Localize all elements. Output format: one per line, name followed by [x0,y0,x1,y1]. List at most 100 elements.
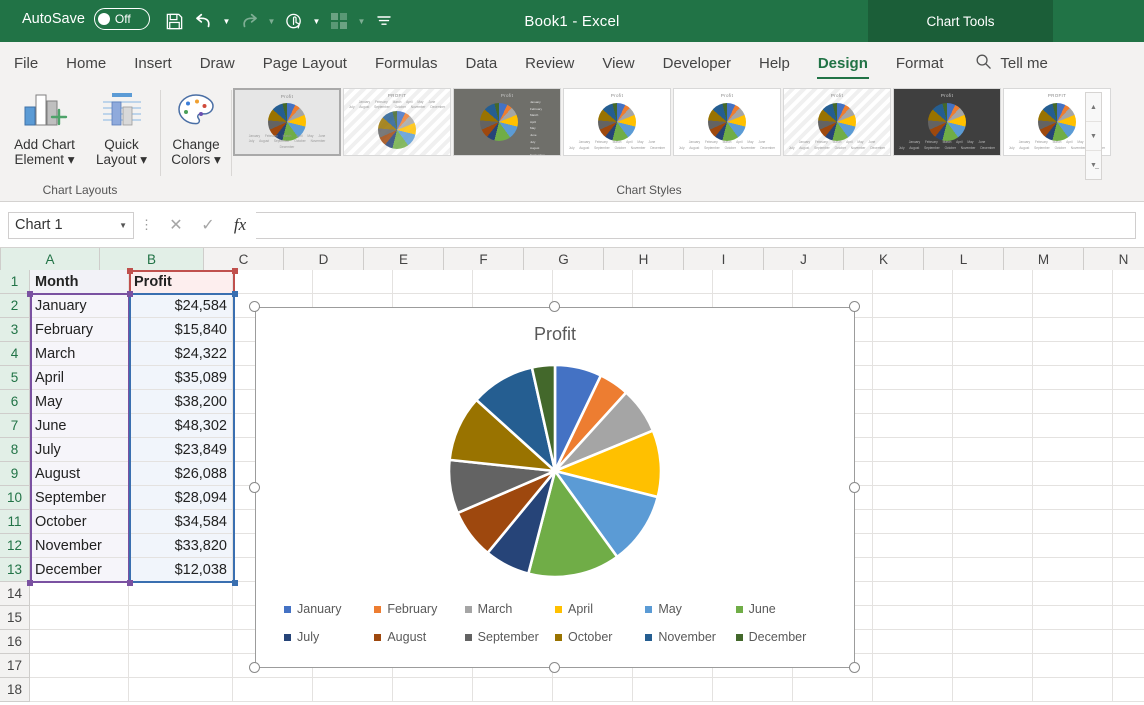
cell-profit[interactable] [129,606,233,630]
touch-mouse-mode-icon[interactable] [280,6,308,36]
cell-m15[interactable] [1033,606,1113,630]
cell-a1[interactable]: Month [30,270,129,294]
chart-resize-handle-ne[interactable] [849,301,860,312]
cell-l7[interactable] [953,414,1033,438]
cell-profit[interactable] [129,630,233,654]
formula-bar-expand-handle[interactable]: ⋮ [134,212,160,239]
legend-item[interactable]: August [374,623,464,651]
cell-f1[interactable] [473,270,553,294]
legend-item[interactable]: September [464,623,555,651]
cell-l5[interactable] [953,366,1033,390]
undo-dropdown-caret-icon[interactable]: ▼ [220,6,233,36]
cell-m6[interactable] [1033,390,1113,414]
cell-n7[interactable] [1113,414,1144,438]
chart-style-thumbnail[interactable]: Profit January February March April May June J… [453,88,561,156]
chart-style-thumbnail[interactable]: PROFIT January February March April May … [343,88,451,156]
cell-i18[interactable] [713,678,793,702]
tab-home[interactable]: Home [52,42,120,84]
cell-n12[interactable] [1113,534,1144,558]
cell-n3[interactable] [1113,318,1144,342]
tab-file[interactable]: File [0,42,52,84]
column-header-g[interactable]: G [524,248,604,270]
cell-n9[interactable] [1113,462,1144,486]
legend-item[interactable]: March [464,595,555,623]
cell-m12[interactable] [1033,534,1113,558]
row-header[interactable]: 13 [0,558,30,582]
tab-view[interactable]: View [588,42,648,84]
chart-resize-handle-sw[interactable] [249,662,260,673]
column-header-a[interactable]: A [1,248,100,270]
cell-profit[interactable]: $28,094 [129,486,233,510]
gallery-scroll-up-icon[interactable]: ▲ [1086,93,1101,122]
name-box[interactable]: Chart 1 ▼ [8,211,134,239]
cell-m8[interactable] [1033,438,1113,462]
row-header[interactable]: 2 [0,294,30,318]
cell-l4[interactable] [953,342,1033,366]
column-header-f[interactable]: F [444,248,524,270]
cell-j1[interactable] [793,270,873,294]
chart-resize-handle-se[interactable] [849,662,860,673]
legend-item[interactable]: January [284,595,374,623]
cell-profit[interactable]: $15,840 [129,318,233,342]
quick-layout-button[interactable]: Quick Layout ▾ [83,90,160,168]
cell-l15[interactable] [953,606,1033,630]
row-header[interactable]: 12 [0,534,30,558]
cell-h18[interactable] [633,678,713,702]
cell-l17[interactable] [953,654,1033,678]
tab-format[interactable]: Format [882,42,958,84]
selection-handle[interactable] [232,291,238,297]
cell-l2[interactable] [953,294,1033,318]
legend-item[interactable]: April [554,595,645,623]
legend-item[interactable]: June [735,595,826,623]
cell-month[interactable]: September [30,486,129,510]
cell-n11[interactable] [1113,510,1144,534]
chart-object[interactable]: Profit January February March April May June J… [255,307,855,668]
cell-month[interactable] [30,654,129,678]
cell-n13[interactable] [1113,558,1144,582]
row-header[interactable]: 3 [0,318,30,342]
selection-handle[interactable] [232,580,238,586]
cell-month[interactable]: October [30,510,129,534]
cell-profit[interactable]: $23,849 [129,438,233,462]
cell-k14[interactable] [873,582,953,606]
cell-l8[interactable] [953,438,1033,462]
undo-icon[interactable] [190,6,218,36]
selection-handle[interactable] [127,291,133,297]
cell-i1[interactable] [713,270,793,294]
tab-page-layout[interactable]: Page Layout [249,42,361,84]
customize-quick-access-toolbar-icon[interactable] [370,6,398,36]
cell-m1[interactable] [1033,270,1113,294]
legend-item[interactable]: February [374,595,464,623]
cell-month[interactable] [30,678,129,702]
save-icon[interactable] [160,6,188,36]
row-header[interactable]: 16 [0,630,30,654]
chart-style-thumbnail[interactable]: Profit January February March April May … [783,88,891,156]
cell-month[interactable] [30,630,129,654]
chart-resize-handle-nw[interactable] [249,301,260,312]
column-header-b[interactable]: B [100,248,204,270]
cell-month[interactable]: January [30,294,129,318]
chart-style-thumbnail[interactable]: Profit January February March April May … [563,88,671,156]
cell-profit[interactable]: $35,089 [129,366,233,390]
chart-resize-handle-s[interactable] [549,662,560,673]
cell-profit[interactable]: $48,302 [129,414,233,438]
row-header[interactable]: 5 [0,366,30,390]
cell-j18[interactable] [793,678,873,702]
cell-m5[interactable] [1033,366,1113,390]
tab-formulas[interactable]: Formulas [361,42,452,84]
cell-m3[interactable] [1033,318,1113,342]
column-header-e[interactable]: E [364,248,444,270]
cell-month[interactable]: December [30,558,129,582]
cell-k18[interactable] [873,678,953,702]
change-colors-button[interactable]: Change Colors ▾ [161,90,231,168]
cell-g1[interactable] [553,270,633,294]
selection-handle[interactable] [27,291,33,297]
row-header[interactable]: 15 [0,606,30,630]
cell-l16[interactable] [953,630,1033,654]
cell-g18[interactable] [553,678,633,702]
legend-item[interactable]: May [645,595,735,623]
cell-l10[interactable] [953,486,1033,510]
cell-k16[interactable] [873,630,953,654]
legend-item[interactable]: October [554,623,645,651]
cell-e1[interactable] [393,270,473,294]
